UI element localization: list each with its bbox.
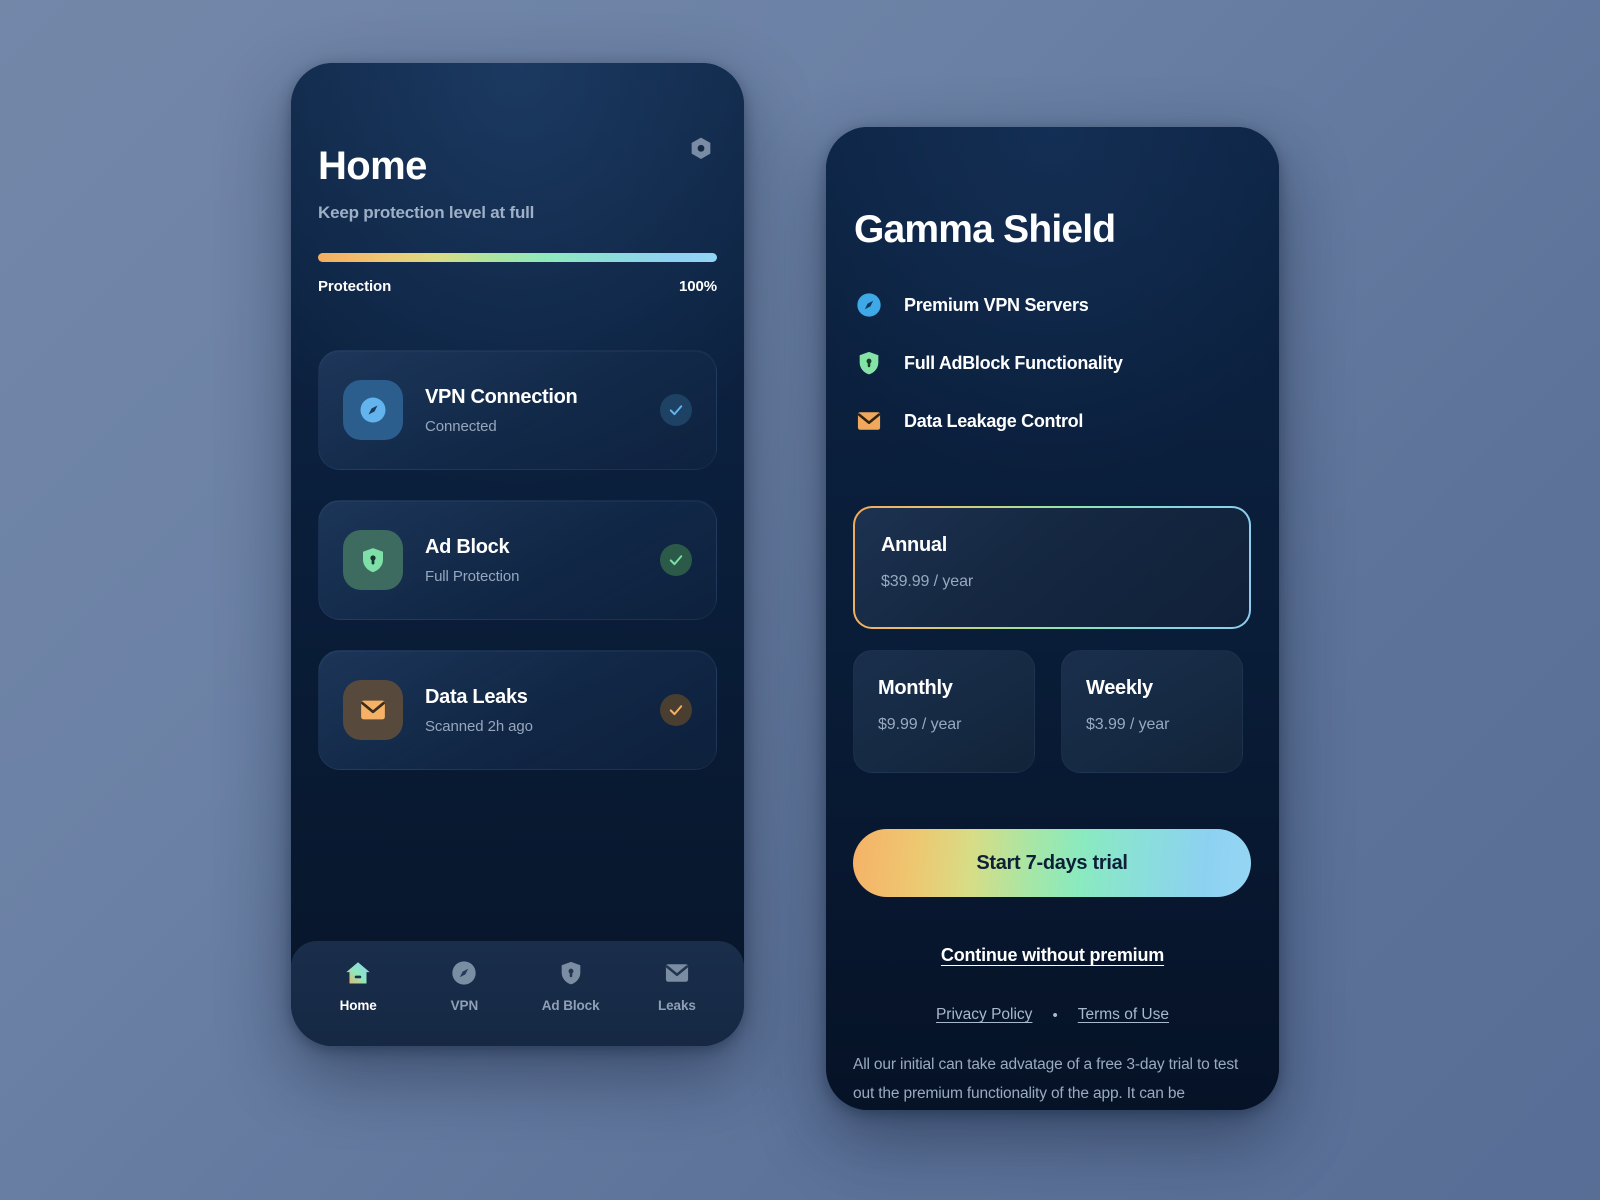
tab-home[interactable]: Home [315,959,401,1013]
plan-name: Annual [881,534,947,556]
benefit-label: Full AdBlock Functionality [904,352,1123,373]
envelope-icon [857,412,881,430]
card-adblock-text: Ad Block Full Protection [425,536,660,585]
home-screen: Home Keep protection level at full Prote… [291,63,744,1046]
compass-icon [857,293,881,317]
plan-price: $3.99 / year [1086,716,1170,733]
check-icon [669,705,683,716]
feature-card-list: VPN Connection Connected Ad Block Full P… [318,350,717,800]
benefit-premium-vpn: Premium VPN Servers [854,290,1249,320]
plan-name: Monthly [878,677,953,699]
paywall-screen: Gamma Shield Premium VPN Servers Full Ad… [826,127,1279,1110]
card-vpn-connection[interactable]: VPN Connection Connected [318,350,717,470]
start-trial-button[interactable]: Start 7-days trial [853,829,1251,897]
envelope-icon [361,700,385,720]
card-title: VPN Connection [425,385,578,408]
compass-icon-wrap [854,290,884,320]
progress-legend: Protection 100% [318,278,717,295]
plan-price: $39.99 / year [881,573,974,590]
shield-lock-icon [363,548,383,573]
card-vpn-text: VPN Connection Connected [425,386,660,435]
settings-button[interactable] [686,134,716,164]
status-badge-leaks [660,694,692,726]
privacy-policy-link[interactable]: Privacy Policy [936,1006,1032,1024]
hex-nut-settings-icon [691,137,711,160]
benefit-list: Premium VPN Servers Full AdBlock Functio… [854,290,1249,464]
check-icon [669,555,683,566]
check-icon [669,405,683,416]
card-ad-block[interactable]: Ad Block Full Protection [318,500,717,620]
page-subtitle: Keep protection level at full [318,203,535,222]
shield-lock-icon [561,961,580,985]
page-title: Home [318,144,427,188]
shield-lock-icon [859,351,879,375]
tab-label: VPN [450,998,479,1013]
tab-ad-block[interactable]: Ad Block [528,959,614,1013]
protection-progress: Protection 100% [318,253,717,295]
envelope-icon-wrap [854,406,884,436]
progress-bar-track [318,253,717,262]
legal-separator: • [1052,1006,1058,1024]
plan-option-monthly[interactable]: Monthly $9.99 / year [853,650,1035,773]
plan-annual-inner: Annual $39.99 / year [855,508,1249,627]
phone-mockup-paywall: Gamma Shield Premium VPN Servers Full Ad… [826,127,1279,1110]
tab-leaks[interactable]: Leaks [634,959,720,1013]
envelope-icon [665,964,689,982]
card-title: Ad Block [425,535,510,558]
tab-label: Home [339,998,377,1013]
tab-label: Leaks [657,998,696,1013]
screenshot-canvas: Home Keep protection level at full Prote… [0,0,1600,1200]
paywall-title: Gamma Shield [854,208,1116,251]
card-title: Data Leaks [425,685,528,708]
card-status: Connected [425,417,497,435]
home-icon [346,962,370,984]
benefit-adblock: Full AdBlock Functionality [854,348,1249,378]
tab-vpn[interactable]: VPN [421,959,507,1013]
card-status: Full Protection [425,567,520,585]
trial-disclaimer: All our initial can take advatage of a f… [853,1056,1239,1102]
compass-icon [360,397,386,423]
status-badge-vpn [660,394,692,426]
benefit-label: Data Leakage Control [904,410,1084,431]
progress-value: 100% [679,278,717,295]
legal-links: Privacy Policy • Terms of Use [826,1006,1279,1024]
tab-label: Ad Block [541,998,600,1013]
card-data-leaks[interactable]: Data Leaks Scanned 2h ago [318,650,717,770]
compass-icon-tile [343,380,403,440]
continue-without-premium-link[interactable]: Continue without premium [826,945,1279,966]
shield-lock-icon-tile [343,530,403,590]
compass-icon [452,961,477,985]
plan-option-row: Monthly $9.99 / year Weekly $3.99 / year [853,650,1251,773]
card-status: Scanned 2h ago [425,717,533,735]
progress-label: Protection [318,278,392,295]
status-badge-adblock [660,544,692,576]
card-leaks-text: Data Leaks Scanned 2h ago [425,686,660,735]
benefit-label: Premium VPN Servers [904,294,1089,315]
phone-mockup-home: Home Keep protection level at full Prote… [291,63,744,1046]
benefit-data-leakage: Data Leakage Control [854,406,1249,436]
bottom-navigation: Home VPN Ad Block Leaks [291,941,744,1046]
envelope-icon-tile [343,680,403,740]
plan-name: Weekly [1086,677,1153,699]
plan-price: $9.99 / year [878,716,962,733]
shield-lock-icon-wrap [854,348,884,378]
plan-option-annual[interactable]: Annual $39.99 / year [853,506,1251,629]
plan-option-weekly[interactable]: Weekly $3.99 / year [1061,650,1243,773]
terms-of-use-link[interactable]: Terms of Use [1078,1006,1169,1024]
